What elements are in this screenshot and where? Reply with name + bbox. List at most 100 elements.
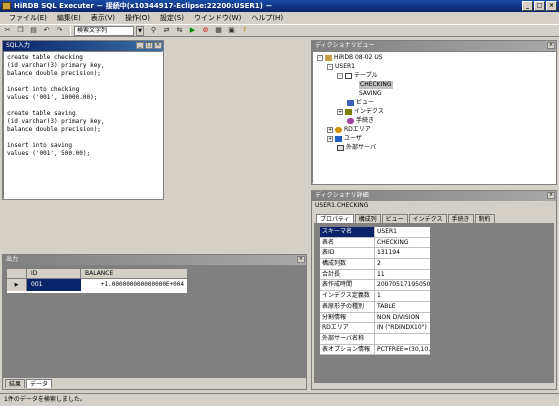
tree-table-checking[interactable]: CHECKING — [359, 81, 393, 89]
dictionary-detail-title-bar[interactable]: ディクショナリビュー ディクショナリ詳細 × — [312, 191, 556, 201]
tree-root[interactable]: - HiRDB 08-02 US — [317, 54, 383, 62]
tab-data[interactable]: データ — [26, 379, 53, 388]
search-input[interactable]: 検索文字列 — [74, 25, 134, 36]
window-title-bar[interactable]: HiRDB SQL Executer － 接続中(x10344917-Eclip… — [0, 0, 559, 12]
dictionary-view-panel: ディクショナリビュー × - HiRDB 08-02 US - USER1 - … — [311, 40, 557, 185]
minimize-button[interactable]: _ — [522, 1, 533, 11]
table-row[interactable]: ▶ 001 +1.000000000000000E+004 — [7, 279, 187, 291]
property-row[interactable]: 構成列数 2 — [320, 259, 430, 270]
tree-table-saving[interactable]: SAVING — [359, 90, 382, 98]
tree-foreign-server[interactable]: 外部サーバ — [337, 144, 376, 152]
menu-view[interactable]: 表示(V) — [86, 12, 120, 24]
table-folder-icon — [345, 73, 352, 79]
tab-columns[interactable]: 構成列 — [354, 214, 381, 223]
menu-settings[interactable]: 設定(S) — [155, 12, 189, 24]
menu-operation[interactable]: 操作(O) — [120, 12, 155, 24]
help-icon[interactable]: ? — [239, 26, 250, 36]
output-title-bar[interactable]: 出力 × — [3, 255, 306, 265]
property-row[interactable]: 表オプション情報 PCTFREE=(30,10, — [320, 344, 430, 356]
sql-editor[interactable]: create table checking (id varchar(3) pri… — [3, 51, 163, 199]
dictionary-view-title-bar[interactable]: ディクショナリビュー × — [312, 41, 556, 51]
cut-icon[interactable]: ✂ — [2, 26, 13, 36]
copy-icon[interactable]: ❐ — [15, 26, 26, 36]
property-value: NON DIVISION — [377, 313, 420, 321]
tab-indexes[interactable]: インデクス — [408, 214, 447, 223]
column-header-balance[interactable]: BALANCE — [81, 269, 187, 278]
panel-close-button[interactable]: × — [547, 192, 555, 199]
property-row[interactable]: インデクス定義数 1 — [320, 291, 430, 302]
paste-icon[interactable]: ▤ — [28, 26, 39, 36]
row-pointer-icon: ▶ — [7, 279, 27, 291]
expand-icon[interactable]: + — [337, 109, 343, 115]
close-button[interactable]: × — [546, 1, 557, 11]
expand-icon[interactable]: + — [327, 136, 333, 142]
connect-icon[interactable]: ⇄ — [161, 26, 172, 36]
stop-icon[interactable]: ⊘ — [200, 26, 211, 36]
search-dropdown-arrow[interactable]: ▼ — [136, 25, 144, 36]
dictionary-detail-panel: ディクショナリビュー ディクショナリ詳細 × USER1.CHECKING プロ… — [311, 190, 557, 390]
panel-close-button[interactable]: × — [547, 42, 555, 49]
cell-balance[interactable]: +1.000000000000000E+004 — [81, 279, 187, 291]
tree-users[interactable]: + ユーザ — [327, 135, 362, 143]
collapse-icon[interactable]: - — [317, 55, 323, 61]
property-value: 20070517195050 — [377, 281, 430, 289]
property-row[interactable]: 分割情報 NON DIVISION — [320, 312, 430, 324]
tree-rd-area[interactable]: + RDエリア — [327, 126, 371, 134]
property-key: 分割情報 — [320, 312, 375, 323]
properties-area: スキーマ名 USER1 表名 CHECKING 表ID 131194 構成列数 2 合計… — [314, 223, 554, 383]
property-key: RDエリア — [320, 323, 375, 333]
property-row[interactable]: 表作成時間 20070517195050 — [320, 280, 430, 292]
tree-user[interactable]: - USER1 — [327, 63, 355, 71]
collapse-icon[interactable]: - — [337, 73, 343, 79]
commit-icon[interactable]: ▦ — [213, 26, 224, 36]
panel-minimize-button[interactable]: _ — [136, 42, 144, 49]
toolbar: ✂ ❐ ▤ ↶ ↷ 検索文字列 ▼ ⚲ ⇄ ⇆ ▶ ⊘ ▦ ▣ ? — [0, 24, 559, 37]
menu-help[interactable]: ヘルプ(H) — [246, 12, 288, 24]
property-row[interactable]: 表原形子の種別 TABLE — [320, 301, 430, 313]
panel-maximize-button[interactable]: □ — [145, 42, 153, 49]
tab-result[interactable]: 結果 — [5, 379, 26, 388]
tab-procedures[interactable]: 手続き — [447, 214, 474, 223]
expand-icon[interactable]: + — [327, 127, 333, 133]
property-key: 表名 — [320, 237, 375, 248]
tab-views[interactable]: ビュー — [381, 214, 408, 223]
redo-icon[interactable]: ↷ — [54, 26, 65, 36]
menu-edit[interactable]: 編集(E) — [52, 12, 86, 24]
status-bar: 1件のデータを検索しました。 — [0, 393, 559, 406]
server-icon — [337, 145, 344, 151]
tree-index[interactable]: + インデクス — [337, 108, 384, 116]
tree-root-label: HiRDB 08-02 US — [334, 54, 383, 61]
undo-icon[interactable]: ↶ — [41, 26, 52, 36]
sql-text[interactable]: create table checking (id varchar(3) pri… — [4, 52, 162, 160]
detail-tabs: プロパティ 構成列 ビュー インデクス 手続き 制約 — [312, 210, 556, 223]
property-row[interactable]: 合計長 11 — [320, 269, 430, 281]
tab-properties[interactable]: プロパティ — [316, 214, 354, 223]
maximize-button[interactable]: □ — [534, 1, 545, 11]
disconnect-icon[interactable]: ⇆ — [174, 26, 185, 36]
panel-close-button[interactable]: × — [297, 256, 305, 263]
output-tabs: 結果 データ — [3, 378, 306, 388]
tree-proc[interactable]: 手続き — [347, 117, 374, 125]
property-row[interactable]: 表ID 131194 — [320, 248, 430, 260]
menu-window[interactable]: ウインドウ(W) — [189, 12, 246, 24]
view-icon — [347, 100, 354, 106]
panel-close-button[interactable]: × — [154, 42, 162, 49]
users-icon — [335, 136, 342, 142]
find-icon[interactable]: ⚲ — [148, 26, 159, 36]
cell-id[interactable]: 001 — [27, 279, 81, 291]
execute-icon[interactable]: ▶ — [187, 26, 198, 36]
collapse-icon[interactable]: - — [327, 64, 333, 70]
column-header-id[interactable]: ID — [27, 269, 81, 278]
tree-table-folder[interactable]: - テーブル — [337, 72, 378, 80]
property-row[interactable]: 表名 CHECKING — [320, 237, 430, 249]
property-row[interactable]: スキーマ名 USER1 — [320, 227, 430, 238]
tree-rd-area-label: RDエリア — [344, 126, 371, 133]
dictionary-tree: - HiRDB 08-02 US - USER1 - テーブル CHECKING… — [312, 51, 556, 184]
settings-icon[interactable]: ▣ — [226, 26, 237, 36]
tab-constraints[interactable]: 制約 — [474, 214, 495, 223]
sql-input-title-bar[interactable]: SQL入力 _ □ × — [3, 41, 163, 51]
tree-view[interactable]: ビュー — [347, 99, 374, 107]
menu-file[interactable]: ファイル(E) — [4, 12, 52, 24]
property-row[interactable]: RDエリア IN ("RDINDX10") — [320, 323, 430, 334]
property-row[interactable]: 外部サーバ名称 — [320, 333, 430, 345]
